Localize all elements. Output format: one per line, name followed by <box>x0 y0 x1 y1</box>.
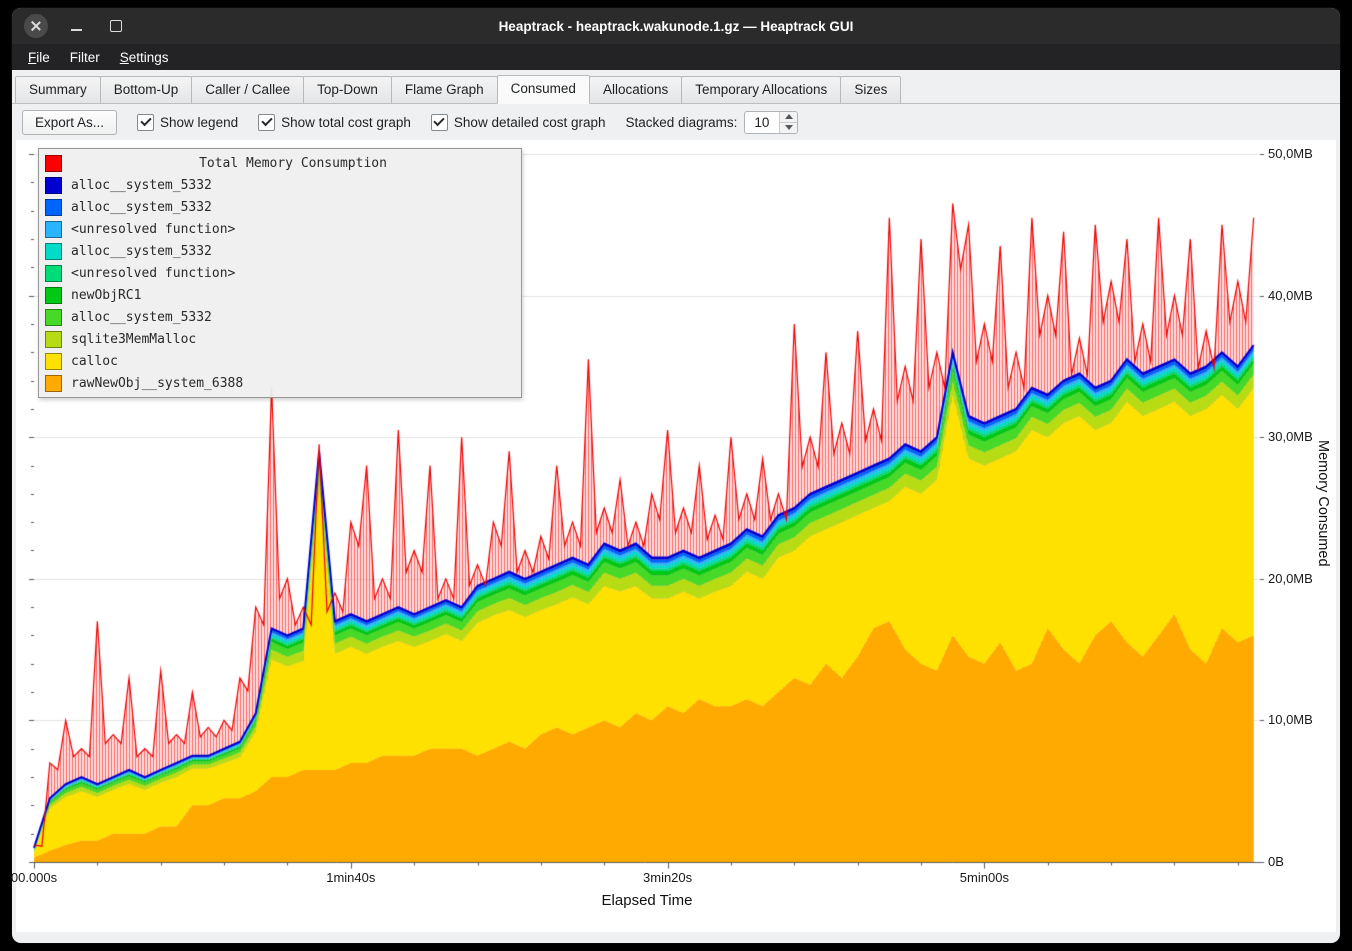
show-detailed-cost-graph-label: Show detailed cost graph <box>454 115 606 130</box>
show-legend-label: Show legend <box>160 115 238 130</box>
x-tick-label: 1min40s <box>326 870 375 885</box>
y-tick-label: 30,0MB <box>1268 429 1313 444</box>
tab-temporary-allocations[interactable]: Temporary Allocations <box>681 76 841 103</box>
maximize-button[interactable] <box>104 14 128 38</box>
y-axis-title: Memory Consumed <box>1313 146 1333 860</box>
show-total-cost-graph-label: Show total cost graph <box>281 115 411 130</box>
legend-swatch <box>45 309 62 326</box>
show-legend-group: Show legend <box>137 114 238 131</box>
y-tick-label: 50,0MB <box>1268 146 1313 161</box>
stacked-diagrams-value: 10 <box>745 112 779 133</box>
legend-item: alloc__system_5332 <box>45 240 515 262</box>
legend-swatch <box>45 375 62 392</box>
legend-swatch <box>45 243 62 260</box>
legend-label: <unresolved function> <box>71 222 235 237</box>
x-tick-label: 00.000s <box>12 870 57 885</box>
chart-legend: Total Memory Consumption alloc__system_53… <box>38 148 522 398</box>
legend-swatch <box>45 287 62 304</box>
legend-label: alloc__system_5332 <box>71 244 212 259</box>
x-axis-title: Elapsed Time <box>34 892 1260 909</box>
tab-flame-graph[interactable]: Flame Graph <box>391 76 498 103</box>
legend-swatch <box>45 199 62 216</box>
tab-summary[interactable]: Summary <box>15 76 101 103</box>
legend-swatch <box>45 177 62 194</box>
legend-item: alloc__system_5332 <box>45 306 515 328</box>
tab-caller-callee[interactable]: Caller / Callee <box>191 76 304 103</box>
menu-file[interactable]: File <box>18 47 60 68</box>
y-tick-label: 10,0MB <box>1268 712 1313 727</box>
arrow-down-icon <box>785 125 793 130</box>
spin-buttons <box>779 112 797 133</box>
spin-down-button[interactable] <box>780 123 797 133</box>
stacked-diagrams-spinbox[interactable]: 10 <box>744 111 798 134</box>
legend-swatch <box>45 353 62 370</box>
menubar: FileFilterSettings <box>12 44 1340 70</box>
maximize-icon <box>110 20 122 32</box>
minimize-icon <box>71 29 82 31</box>
toolbar: Export As... Show legend Show total cost… <box>12 104 1340 140</box>
spin-up-button[interactable] <box>780 112 797 123</box>
menu-settings[interactable]: Settings <box>110 47 179 68</box>
show-total-cost-graph-checkbox[interactable] <box>258 114 275 131</box>
show-detailed-cost-graph-checkbox[interactable] <box>431 114 448 131</box>
legend-swatch <box>45 155 62 172</box>
legend-item: <unresolved function> <box>45 262 515 284</box>
window-title: Heaptrack - heaptrack.wakunode.1.gz — He… <box>12 19 1340 34</box>
y-tick-label: 20,0MB <box>1268 571 1313 586</box>
close-icon <box>30 20 42 32</box>
legend-item: calloc <box>45 350 515 372</box>
legend-item: alloc__system_5332 <box>45 196 515 218</box>
legend-label: calloc <box>71 354 118 369</box>
legend-label: newObjRC1 <box>71 288 141 303</box>
close-button[interactable] <box>24 14 48 38</box>
show-legend-checkbox[interactable] <box>137 114 154 131</box>
tab-top-down[interactable]: Top-Down <box>303 76 392 103</box>
legend-item: alloc__system_5332 <box>45 174 515 196</box>
legend-swatch <box>45 331 62 348</box>
legend-item: <unresolved function> <box>45 218 515 240</box>
x-tick-label: 5min00s <box>960 870 1009 885</box>
window-controls <box>24 8 128 44</box>
x-tick-label: 3min20s <box>643 870 692 885</box>
legend-title-row: Total Memory Consumption <box>45 152 515 174</box>
stacked-diagrams-label: Stacked diagrams: <box>626 115 738 130</box>
heaptrack-window: Heaptrack - heaptrack.wakunode.1.gz — He… <box>12 8 1340 943</box>
legend-label: alloc__system_5332 <box>71 178 212 193</box>
tabbar: Summary Bottom-Up Caller / Callee Top-Do… <box>12 70 1340 104</box>
tab-sizes[interactable]: Sizes <box>840 76 901 103</box>
titlebar[interactable]: Heaptrack - heaptrack.wakunode.1.gz — He… <box>12 8 1340 44</box>
legend-label: Total Memory Consumption <box>71 156 515 171</box>
legend-item: rawNewObj__system_6388 <box>45 372 515 394</box>
legend-label: rawNewObj__system_6388 <box>71 376 243 391</box>
legend-swatch <box>45 265 62 282</box>
legend-item: sqlite3MemMalloc <box>45 328 515 350</box>
legend-swatch <box>45 221 62 238</box>
arrow-up-icon <box>785 114 793 119</box>
tab-allocations[interactable]: Allocations <box>589 76 682 103</box>
chart-pane: Total Memory Consumption alloc__system_53… <box>16 140 1336 932</box>
show-detailed-cost-graph-group: Show detailed cost graph <box>431 114 606 131</box>
menu-filter[interactable]: Filter <box>60 47 110 68</box>
minimize-button[interactable] <box>64 14 88 38</box>
legend-label: sqlite3MemMalloc <box>71 332 196 347</box>
show-total-cost-graph-group: Show total cost graph <box>258 114 411 131</box>
export-as-button[interactable]: Export As... <box>22 110 117 135</box>
tab-consumed[interactable]: Consumed <box>497 75 590 104</box>
stacked-diagrams-group: Stacked diagrams: 10 <box>626 111 799 134</box>
legend-label: alloc__system_5332 <box>71 310 212 325</box>
tab-bottom-up[interactable]: Bottom-Up <box>100 76 193 103</box>
legend-label: alloc__system_5332 <box>71 200 212 215</box>
legend-label: <unresolved function> <box>71 266 235 281</box>
y-tick-label: 0B <box>1268 854 1284 869</box>
legend-item: newObjRC1 <box>45 284 515 306</box>
y-tick-label: 40,0MB <box>1268 288 1313 303</box>
